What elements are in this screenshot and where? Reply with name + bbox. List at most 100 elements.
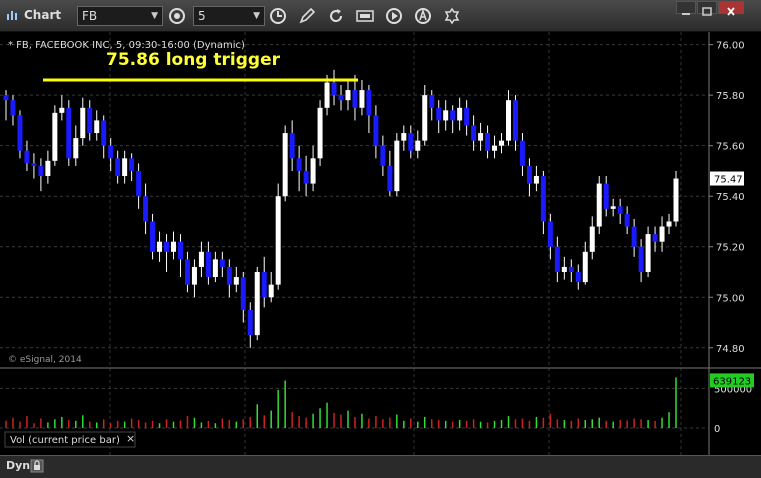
price-tick-label: 75.20 <box>716 243 745 254</box>
candle-down <box>547 221 553 247</box>
title-bar: Chart FB ▼ 5 ▼ <box>0 0 761 32</box>
candle-up <box>492 145 498 151</box>
volume-tick-label: 0 <box>714 424 720 435</box>
candle-down <box>373 115 379 146</box>
candle-up <box>254 272 260 336</box>
candle-down <box>436 107 442 121</box>
candle-up <box>582 251 588 283</box>
candle-up <box>171 241 176 252</box>
candle-down <box>352 90 358 108</box>
candle-up <box>666 221 672 227</box>
candle-down <box>247 309 253 336</box>
price-tick-label: 74.80 <box>716 344 745 355</box>
svg-text:639123: 639123 <box>713 376 751 387</box>
candle-down <box>338 95 344 101</box>
candle-down <box>219 259 225 267</box>
refresh-icon[interactable] <box>326 6 346 26</box>
interval-input[interactable]: 5 ▼ <box>193 6 265 26</box>
candle-up <box>310 158 316 184</box>
window-title: Chart <box>24 8 62 22</box>
candle-down <box>471 125 477 141</box>
symbol-input[interactable]: FB ▼ <box>77 6 163 26</box>
candle-down <box>638 246 644 272</box>
candle-down <box>261 272 267 298</box>
candle-up <box>478 133 484 141</box>
volume-pane-label: Vol (current price bar) <box>10 435 120 446</box>
last-price-tag: 75.47 <box>710 171 744 186</box>
candle-up <box>645 234 651 272</box>
price-tick-label: 75.60 <box>716 142 745 153</box>
chart-area[interactable]: 76.00 75.80 75.60 75.40 75.20 75.00 74.80 5000… <box>0 32 761 478</box>
candle-up <box>59 107 65 113</box>
candle-down <box>408 133 414 151</box>
candle-down <box>31 163 37 166</box>
clock-icon[interactable] <box>268 6 288 26</box>
candle-down <box>526 165 532 184</box>
link-icon[interactable] <box>167 6 187 26</box>
candle-up <box>268 284 274 298</box>
candle-up <box>589 226 595 252</box>
candle-down <box>603 183 609 209</box>
candle-down <box>296 158 302 171</box>
restore-button[interactable] <box>697 1 717 16</box>
candle-down <box>150 221 156 252</box>
candle-up <box>345 90 351 101</box>
price-tick-label: 76.00 <box>716 41 745 52</box>
candle-up <box>73 138 79 159</box>
candle-down <box>108 145 114 159</box>
copyright: © eSignal, 2014 <box>8 355 82 365</box>
candle-down <box>164 241 170 252</box>
candle-down <box>184 259 190 285</box>
price-tick-label: 75.00 <box>716 293 745 304</box>
quote-icon[interactable] <box>355 6 375 26</box>
minimize-icon <box>682 13 690 15</box>
candle-down <box>387 165 393 192</box>
candle-up <box>275 196 281 285</box>
candle-up <box>394 140 400 192</box>
candle-up <box>122 158 128 176</box>
candle-down <box>624 213 630 227</box>
candle-up <box>659 226 665 242</box>
candle-up <box>415 140 421 151</box>
candle-up <box>561 266 567 272</box>
close-icon[interactable]: × <box>126 432 135 445</box>
candle-down <box>24 150 30 164</box>
alert-icon[interactable] <box>413 6 433 26</box>
candle-down <box>450 110 456 121</box>
symbol-value: FB <box>82 9 98 23</box>
candle-down <box>652 234 658 242</box>
candle-up <box>317 107 323 159</box>
candle-up <box>596 183 602 227</box>
settings-icon[interactable] <box>442 6 462 26</box>
candle-up <box>198 251 204 267</box>
lock-icon[interactable] <box>30 459 44 473</box>
chevron-down-icon[interactable]: ▼ <box>151 7 158 25</box>
minimize-button[interactable] <box>676 1 696 15</box>
candle-down <box>3 95 9 101</box>
candle-up <box>80 107 86 139</box>
chart-app-icon <box>7 11 17 20</box>
pencil-icon[interactable] <box>297 6 317 26</box>
price-tick-label: 75.40 <box>716 192 745 203</box>
candle-down <box>617 206 623 214</box>
candle-down <box>17 115 23 151</box>
candle-up <box>401 133 407 141</box>
candle-down <box>289 133 295 159</box>
candle-up <box>673 178 679 222</box>
candle-down <box>177 241 183 260</box>
candle-up <box>157 241 163 252</box>
svg-text:75.47: 75.47 <box>714 175 743 186</box>
candle-down <box>429 95 435 108</box>
candle-up <box>422 95 428 141</box>
close-button[interactable] <box>718 1 744 16</box>
candle-down <box>554 246 560 272</box>
candle-down <box>136 170 142 197</box>
play-icon[interactable] <box>384 6 404 26</box>
candle-down <box>66 107 72 159</box>
candle-down <box>129 158 135 171</box>
trigger-annotation: 75.86 long trigger <box>106 50 281 70</box>
candle-down <box>485 133 491 151</box>
candle-down <box>101 120 107 146</box>
candle-up <box>282 133 288 197</box>
chevron-down-icon[interactable]: ▼ <box>253 7 260 25</box>
